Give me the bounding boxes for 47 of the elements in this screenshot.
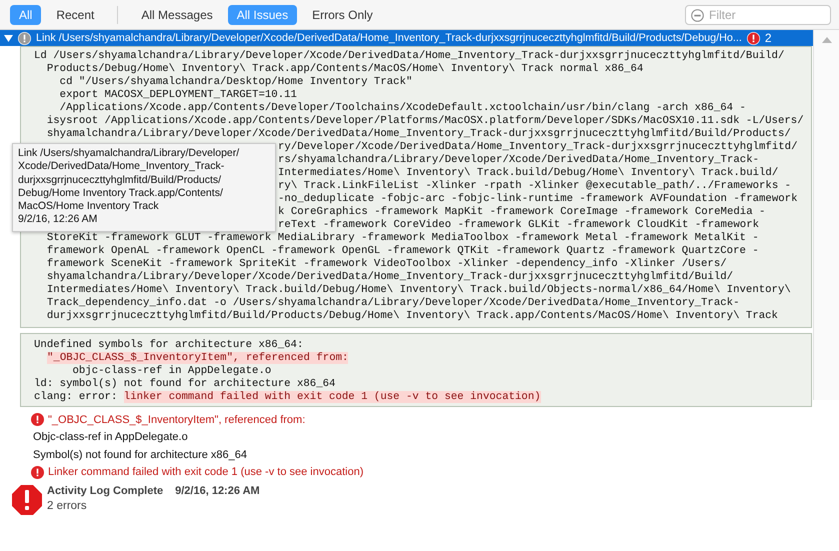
issue-message[interactable]: Symbol(s) not found for architecture x86_64 — [31, 448, 248, 461]
error-count: 2 — [764, 31, 772, 45]
scope-tab[interactable]: Recent — [47, 4, 104, 24]
summary-time: 9/2/16, 12:26 AM — [175, 485, 260, 497]
issue-message[interactable]: Objc-class-ref in AppDelegate.o — [31, 431, 188, 444]
log-line: Intermediates/Home\ Inventory\ Track.build/Debug/Home\ Inventory\ Track.build/Objects-normal/x86_64/Home\ Inventory\ — [46, 284, 791, 296]
log-line: reText -framework CoreVideo -framework GLKit -framework CloudKit -framework — [278, 219, 760, 231]
tooltip-path-line: durjxxsgrrjnuceczttyhglmfitd/Build/Products/ — [18, 174, 222, 187]
highlighted-error-text: linker command failed with exit code 1 (use -v to see invocation) — [124, 391, 541, 403]
log-line: isysroot /Applications/Xcode.app/Contents/Developer/Platforms/MacOSX.platform/Developer/SDKs/MacOSX10.11.sdk -L/Users/ — [46, 115, 804, 127]
log-line: objc-class-ref in AppDelegate.o — [71, 365, 272, 377]
tooltip-path-line: MacOS/Home Inventory Track — [18, 200, 160, 214]
tooltip-path-line: Link /Users/shyamalchandra/Library/Developer/ — [18, 147, 240, 160]
summary-detail: 2 errors — [47, 500, 88, 512]
log-line: k CoreGraphics -framework MapKit -framework CoreImage -framework CoreMedia - — [278, 206, 766, 218]
log-line: ry/Developer/Xcode/DerivedData/Home_Inventory_Track-durjxxsgrrjnuceczttyhglmfitd/ — [278, 141, 798, 153]
log-line: clang: error: — [34, 391, 118, 403]
log-line: Ld /Users/shyamalchandra/Library/Developer/Xcode/DerivedData/Home_Inventory_Track-durjxxsgrrjnuceczttyhglmfitd/Build/ — [34, 50, 784, 62]
filter-tab[interactable]: All Messages — [132, 4, 222, 24]
tooltip-path-line: Xcode/DerivedData/Home_Inventory_Track- — [18, 160, 226, 174]
log-line: Track_dependency_info.dat -o /Users/shyamalchandra/Library/Developer/Xcode/DerivedData/Home_Inventory_Track- — [46, 297, 740, 309]
log-line: shyamalchandra/Library/Developer/Xcode/DerivedData/Home_Inventory_Track-durjxxsgrrjnuceczttyhglmfitd/Build/ — [46, 271, 734, 283]
log-line: export MACOSX_DEPLOYMENT_TARGET=10.11 — [58, 89, 297, 101]
log-line: ry\ Track.LinkFileList -Xlinker -rpath -Xlinker @executable_path/../Frameworks - — [278, 180, 792, 192]
filter-tab[interactable]: Errors Only — [303, 4, 382, 24]
tooltip-time: 9/2/16, 12:26 AM — [18, 213, 98, 227]
log-line: Intermediates/Home\ Inventory\ Track.build/Debug/Home\ Inventory\ Track.build/ — [278, 167, 778, 179]
log-line: durjxxsgrrjnuceczttyhglmfitd/Build/Products/Debug/Home\ Inventory\ Track.app/Contents/MacOS/Home\ Inventory\ Track — [46, 310, 778, 322]
log-line: cd "/Users/shyamalchandra/Desktop/Home Inventory Track" — [58, 76, 412, 88]
log-entry-header[interactable]: Link /Users/shyamalchandra/Library/Developer/Xcode/DerivedData/Home_Inventory_Track-durjxxsgrrjnuceczttyhglmfitd/Build/Products/Debug/Ho... 2 — [0, 30, 813, 46]
summary-title: Activity Log Complete — [47, 485, 164, 497]
log-line: /Applications/Xcode.app/Contents/Developer/Toolchains/XcodeDefault.xctoolchain/usr/bin/clang -arch x86_64 - — [58, 102, 746, 114]
log-line: StoreKit -framework GLUT -framework MediaLibrary -framework MediaToolbox -framework Metal -framework MetalKit - — [46, 232, 759, 244]
log-line: Undefined symbols for architecture x86_64: — [34, 339, 304, 351]
filter-field[interactable]: Filter — [685, 4, 831, 24]
issue-message[interactable]: Linker command failed with exit code 1 (use -v to see invocation) — [48, 466, 364, 478]
log-entry-title: Link /Users/shyamalchandra/Library/Developer/Xcode/DerivedData/Home_Inventory_Track-durjxxsgrrjnuceczttyhglmfitd/Build/Products/Debug/Ho... — [36, 32, 742, 44]
log-line: ld: symbol(s) not found for architecture x86_64 — [34, 378, 336, 390]
log-line: Products/Debug/Home\ Inventory\ Track.app/Contents/MacOS/Home\ Inventory\ Track normal x86_64 — [46, 63, 644, 75]
highlighted-error-text: "_OBJC_CLASS_$_InventoryItem", referenced from: — [47, 352, 348, 364]
issue-message[interactable]: "_OBJC_CLASS_$_InventoryItem", referenced from: — [48, 414, 306, 426]
log-line: -no_deduplicate -fobjc-arc -fobjc-link-runtime -framework AVFoundation -framework — [278, 193, 798, 205]
log-line: framework OpenAL -framework OpenCL -framework OpenGL -framework QTKit -framework Quartz -framework QuartzCore - — [46, 245, 759, 257]
tooltip-path-line: Debug/Home Inventory Track.app/Contents/ — [18, 186, 224, 200]
log-line: shyamalchandra/Library/Developer/Xcode/DerivedData/Home_Inventory_Track-durjxxsgrrjnuceczttyhglmfitd/Build/Products/ — [46, 128, 791, 140]
log-line: framework SceneKit -framework SpriteKit -framework VideoToolbox -Xlinker -dependency_info -Xlinker /Users/ — [46, 258, 727, 270]
log-line: rs/shyamalchandra/Library/Developer/Xcode/DerivedData/Home_Inventory_Track- — [278, 154, 760, 166]
